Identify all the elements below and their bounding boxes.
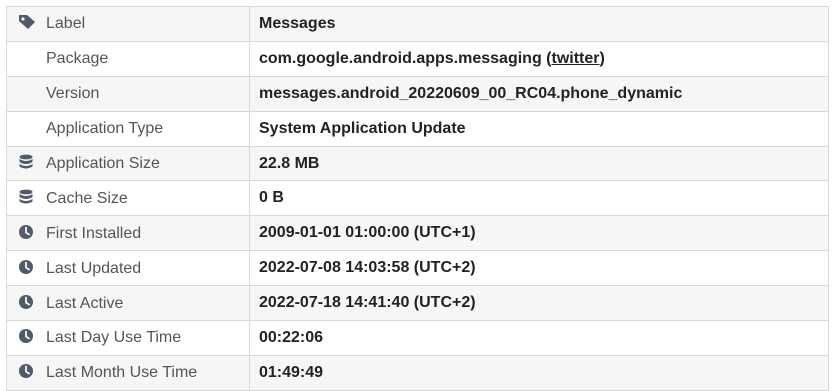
table-row: Last Updated 2022-07-08 14:03:58 (UTC+2) [6,250,829,287]
table-row: Last Active 2022-07-18 14:41:40 (UTC+2) [6,285,829,322]
clock-icon [18,363,36,379]
table-row: Application Type System Application Upda… [6,110,829,147]
table-row: Package com.google.android.apps.messagin… [6,40,829,77]
application-size-key: Application Size [46,155,160,172]
version-value: messages.android_20220609_00_RC04.phone_… [249,75,829,112]
first-installed-key: First Installed [46,224,142,242]
app-properties-table: Label Messages Package com.google.androi… [6,6,829,391]
label-value: Messages [249,6,829,42]
clock-icon [18,224,36,240]
application-type-key: Application Type [46,120,164,138]
package-value: com.google.android.apps.messaging [259,49,542,67]
label-key: Label [46,15,86,33]
table-row: Last Day Use Time 00:22:06 [6,320,829,356]
last-updated-value: 2022-07-08 14:03:58 (UTC+2) [249,250,829,287]
clock-icon [18,294,36,310]
package-key: Package [46,50,109,68]
last-updated-key: Last Updated [46,259,142,277]
twitter-link[interactable]: twitter [552,50,600,67]
application-size-value: 22.8 MB [249,145,829,182]
last-active-value: 2022-07-18 14:41:40 (UTC+2) [249,285,829,322]
table-row: Version messages.android_20220609_00_RC0… [6,75,829,112]
table-row: Application Size 22.8 MB [6,145,829,182]
table-row: Last Month Use Time 01:49:49 [6,354,829,391]
last-day-use-time-key: Last Day Use Time [46,329,182,347]
database-icon [18,154,36,170]
last-month-use-time-value: 01:49:49 [249,354,829,391]
clock-icon [18,259,36,275]
first-installed-value: 2009-01-01 01:00:00 (UTC+1) [249,215,829,252]
clock-icon [18,328,36,344]
tag-icon [18,14,36,30]
last-month-use-time-key: Last Month Use Time [46,364,198,382]
cache-size-value: 0 B [249,180,829,217]
cache-size-key: Cache Size [46,189,128,207]
table-row: First Installed 2009-01-01 01:00:00 (UTC… [6,215,829,252]
table-row: Label Messages [6,6,829,42]
application-type-value: System Application Update [249,110,829,147]
database-icon [18,189,36,205]
last-active-key: Last Active [46,294,124,312]
last-day-use-time-value: 00:22:06 [249,320,829,356]
table-row: Cache Size 0 B [6,180,829,217]
version-key: Version [46,85,100,103]
app-properties-panel: Label Messages Package com.google.androi… [6,6,829,391]
